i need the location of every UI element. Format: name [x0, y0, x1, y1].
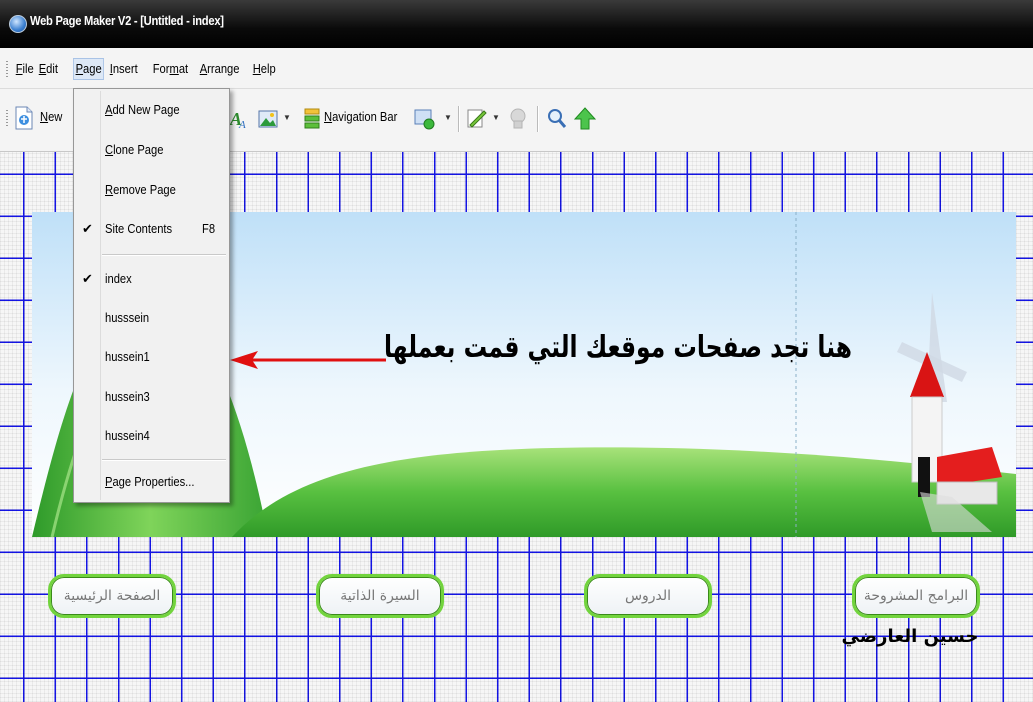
title-bar: Web Page Maker V2 - [Untitled - index] [0, 0, 1033, 48]
preview-icon [510, 108, 526, 129]
image-dropdown-icon[interactable]: ▼ [283, 113, 291, 122]
check-icon: ✔ [82, 221, 93, 236]
edit-icon[interactable] [466, 107, 488, 131]
svg-text:A: A [238, 119, 246, 131]
menu-item-page-hussein1[interactable]: hussein1 [74, 339, 229, 375]
page-menu-dropdown: Add New Page Clone Page Remove Page ✔ Si… [73, 88, 230, 503]
publish-icon[interactable] [574, 107, 596, 131]
menu-item-page-hussein4[interactable]: hussein4 [74, 418, 229, 454]
zoom-icon[interactable] [547, 107, 567, 131]
author-name: حسين العارضي [841, 626, 979, 647]
nav-button-lessons[interactable]: الدروس [584, 574, 712, 618]
form-dropdown-icon[interactable]: ▼ [444, 113, 452, 122]
new-button-label[interactable]: New [40, 109, 62, 124]
menu-item-clone-page[interactable]: Clone Page [74, 132, 229, 168]
menu-page[interactable]: Page [73, 58, 105, 80]
new-page-icon[interactable] [14, 106, 34, 130]
toolbar-grip[interactable] [6, 110, 8, 128]
menu-item-page-hussein3[interactable]: hussein3 [74, 379, 229, 415]
window-title: Web Page Maker V2 - [Untitled - index] [30, 13, 224, 28]
menu-item-add-new-page[interactable]: Add New Page [74, 92, 229, 128]
menu-help[interactable]: Help [251, 59, 277, 79]
form-icon[interactable] [414, 107, 438, 131]
menu-file[interactable]: File [14, 59, 35, 79]
app-icon [9, 15, 27, 33]
edit-dropdown-icon[interactable]: ▼ [492, 113, 500, 122]
menu-item-site-contents[interactable]: ✔ Site Contents F8 [74, 211, 229, 247]
menu-item-page-index[interactable]: ✔ index [74, 261, 229, 297]
menu-item-page-husssein[interactable]: husssein [74, 300, 229, 336]
menu-arrange[interactable]: Arrange [198, 59, 241, 79]
text-icon[interactable]: A A [229, 107, 249, 131]
navigation-bar-label[interactable]: Navigation Bar [324, 109, 397, 124]
toolbar-separator [458, 106, 460, 132]
toolbar-separator [537, 106, 539, 132]
menu-item-page-properties[interactable]: Page Properties... [74, 464, 229, 500]
nav-button-biography[interactable]: السيرة الذاتية [316, 574, 444, 618]
check-icon: ✔ [82, 271, 93, 286]
menubar-grip[interactable] [6, 61, 8, 77]
menu-edit[interactable]: Edit [37, 59, 60, 79]
menu-insert[interactable]: Insert [108, 59, 139, 79]
nav-button-programs[interactable]: البرامج المشروحة [852, 574, 980, 618]
menu-item-remove-page[interactable]: Remove Page [74, 172, 229, 208]
menu-bar: File Edit Page Insert Format Arrange Hel… [0, 48, 1033, 89]
navigation-bar-icon[interactable] [303, 107, 321, 131]
shortcut-label: F8 [202, 221, 216, 236]
menu-format[interactable]: Format [151, 59, 190, 79]
red-arrow-annotation [230, 351, 386, 369]
banner-caption: هنا تجد صفحات موقعك التي قمت بعملها [384, 330, 852, 365]
menu-separator [102, 459, 226, 461]
image-icon[interactable] [257, 107, 279, 131]
menu-separator [102, 254, 226, 256]
nav-button-home[interactable]: الصفحة الرئيسية [48, 574, 176, 618]
